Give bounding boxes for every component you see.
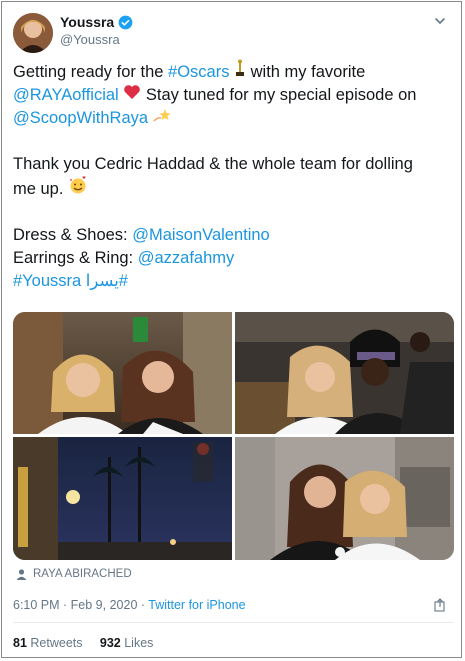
photo-attribution[interactable]: RAYA ABIRACHED bbox=[16, 568, 132, 580]
mention-scoopwithraya[interactable]: @ScoopWithRaya bbox=[13, 109, 148, 127]
likes-stat[interactable]: 932 Likes bbox=[100, 636, 154, 650]
likes-label[interactable]: Likes bbox=[124, 636, 153, 650]
photo-1[interactable] bbox=[13, 312, 232, 434]
divider bbox=[13, 622, 454, 623]
likes-count[interactable]: 932 bbox=[100, 636, 121, 650]
tweet-text: Getting ready for the #Oscars with my fa… bbox=[13, 59, 453, 293]
tweet-para2-line1: Thank you Cedric Haddad & the whole team… bbox=[13, 155, 413, 173]
retweets-count[interactable]: 81 bbox=[13, 636, 27, 650]
retweets-label[interactable]: Retweets bbox=[30, 636, 82, 650]
user-handle[interactable]: @Youssra bbox=[60, 32, 120, 47]
display-name-text[interactable]: Youssra bbox=[60, 14, 114, 30]
photo-grid bbox=[13, 312, 454, 560]
tweet-text-segment: Stay tuned for my special episode on bbox=[141, 86, 417, 104]
photo-4[interactable] bbox=[235, 437, 454, 560]
person-icon bbox=[16, 568, 27, 580]
tweet-meta: 6:10 PM · Feb 9, 2020 · Twitter for iPho… bbox=[13, 598, 246, 612]
mention-azzafahmy[interactable]: @azzafahmy bbox=[138, 249, 235, 267]
photo-2[interactable] bbox=[235, 312, 454, 434]
retweets-stat[interactable]: 81 Retweets bbox=[13, 636, 83, 650]
mention-rayaofficial[interactable]: @RAYAofficial bbox=[13, 86, 119, 104]
tweet-date[interactable]: Feb 9, 2020 bbox=[71, 598, 138, 612]
tweet-line-2: @RAYAofficial Stay tuned for my special … bbox=[13, 84, 453, 107]
red-heart-emoji bbox=[123, 84, 141, 107]
tweet-time[interactable]: 6:10 PM bbox=[13, 598, 60, 612]
tweet-stats: 81 Retweets 932 Likes bbox=[13, 636, 153, 650]
tweet-text-segment: me up. bbox=[13, 180, 64, 198]
share-icon[interactable] bbox=[433, 598, 447, 612]
tweet-text-segment: Earrings & Ring: bbox=[13, 249, 138, 267]
attribution-name[interactable]: RAYA ABIRACHED bbox=[33, 568, 132, 580]
mention-maisonvalentino[interactable]: @MaisonValentino bbox=[132, 226, 270, 244]
hashtag-oscars[interactable]: #Oscars bbox=[168, 63, 229, 81]
smiling-face-with-hearts-emoji bbox=[68, 176, 88, 201]
tweet-line-1: Getting ready for the #Oscars with my fa… bbox=[13, 59, 453, 84]
tweet-para2-line2: me up. bbox=[13, 176, 453, 201]
oscar-trophy-emoji bbox=[234, 59, 246, 84]
tweet-text-segment: with my favorite bbox=[246, 63, 366, 81]
tweet-line-3: @ScoopWithRaya bbox=[13, 107, 453, 130]
display-name[interactable]: Youssra bbox=[60, 14, 133, 30]
tweet-card: Youssra @Youssra Getting ready for the #… bbox=[1, 1, 462, 658]
tweet-text-segment: Dress & Shoes: bbox=[13, 226, 133, 244]
tweet-dress-line: Dress & Shoes: @MaisonValentino bbox=[13, 224, 453, 247]
chevron-down-icon[interactable] bbox=[433, 14, 447, 28]
verified-badge-icon bbox=[118, 15, 133, 29]
tweet-earrings-line: Earrings & Ring: @azzafahmy bbox=[13, 247, 453, 270]
tweet-source[interactable]: Twitter for iPhone bbox=[148, 598, 245, 612]
tweet-text-segment: Getting ready for the bbox=[13, 63, 169, 81]
avatar[interactable] bbox=[13, 13, 53, 53]
photo-3[interactable] bbox=[13, 437, 232, 560]
hashtags-line[interactable]: #Youssra يسرا# bbox=[13, 270, 453, 293]
dizzy-star-emoji bbox=[153, 107, 171, 130]
